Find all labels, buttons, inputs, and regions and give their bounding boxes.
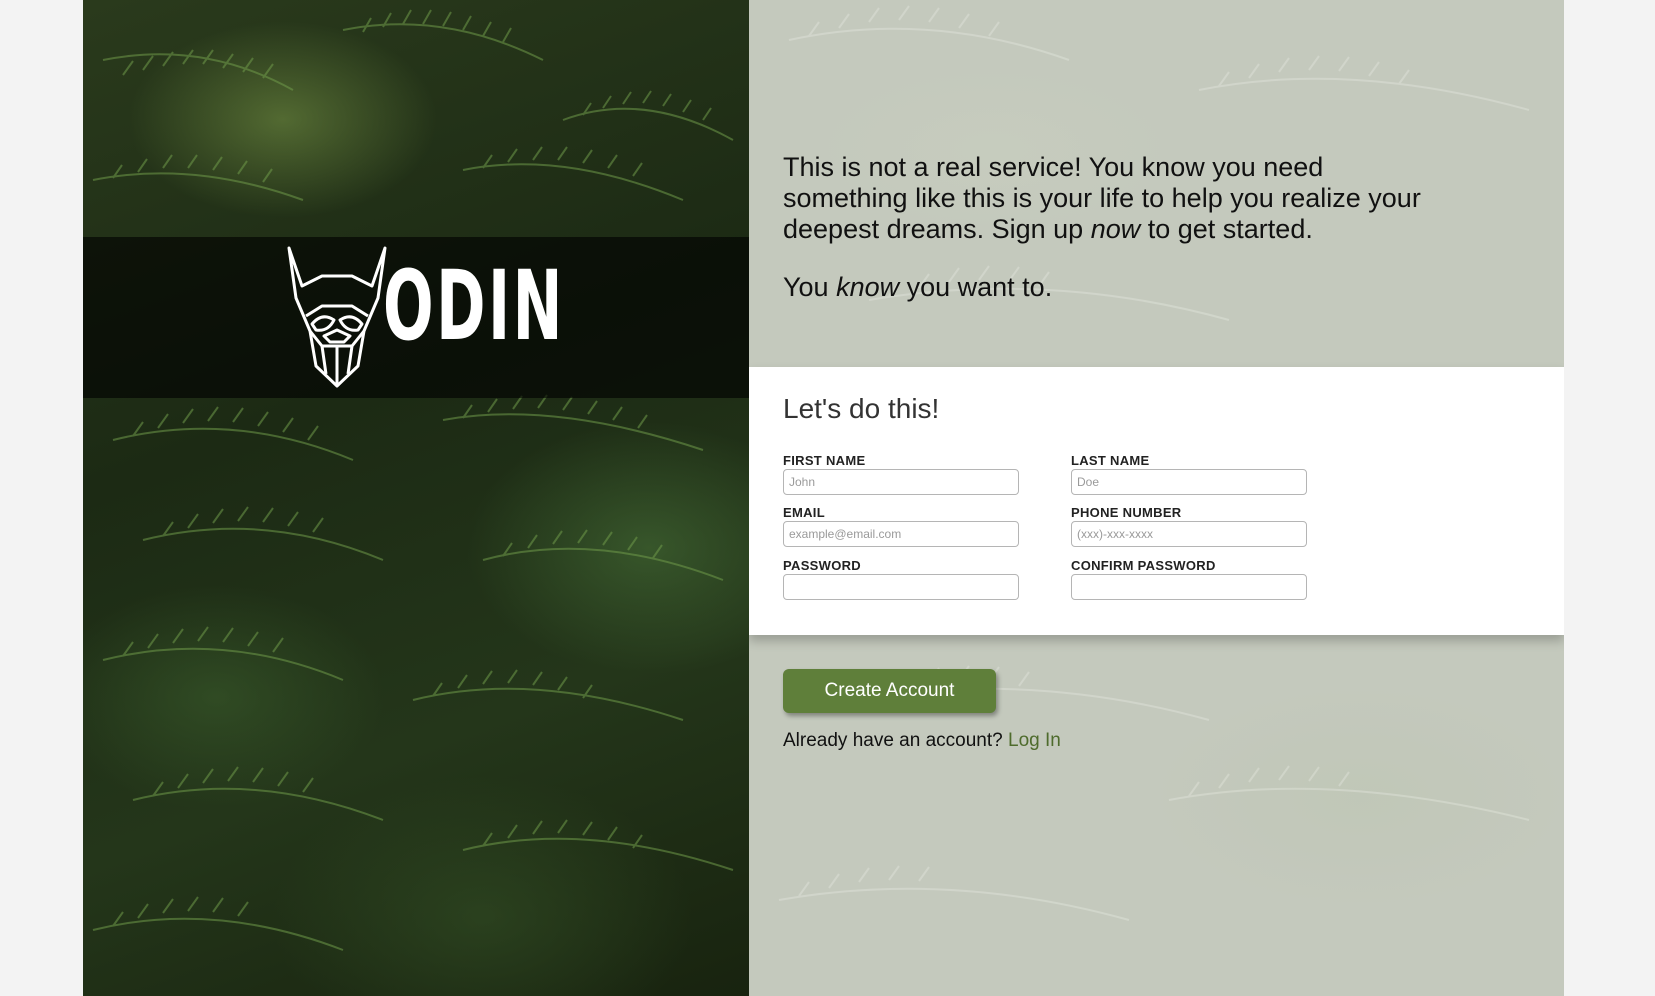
email-input[interactable] bbox=[783, 521, 1019, 547]
last-name-input[interactable] bbox=[1071, 469, 1307, 495]
password-input[interactable] bbox=[783, 574, 1019, 600]
brand-wordmark: ODIN bbox=[383, 250, 565, 362]
intro-text: This is not a real service! You know you… bbox=[783, 152, 1443, 303]
fern-background-image bbox=[92, 9, 734, 951]
page-frame: ODIN This is not a real service! You kno… bbox=[83, 0, 1564, 996]
signup-form-card: Let's do this! FIRST NAME LAST NAME EMAI… bbox=[749, 367, 1564, 635]
password-label: PASSWORD bbox=[783, 558, 861, 573]
login-prompt-text: Already have an account? bbox=[783, 730, 1003, 751]
first-name-field-group: FIRST NAME bbox=[783, 453, 1019, 495]
login-prompt: Already have an account? Log In bbox=[783, 730, 1061, 752]
hero-image-panel: ODIN bbox=[83, 0, 749, 996]
phone-input[interactable] bbox=[1071, 521, 1307, 547]
intro-paragraph-1: This is not a real service! You know you… bbox=[783, 152, 1443, 245]
phone-field-group: PHONE NUMBER bbox=[1071, 505, 1307, 547]
intro-text-1b: to get started. bbox=[1140, 214, 1313, 244]
intro-text-2a: You bbox=[783, 272, 837, 302]
confirm-password-input[interactable] bbox=[1071, 574, 1307, 600]
first-name-label: FIRST NAME bbox=[783, 453, 866, 468]
login-link[interactable]: Log In bbox=[1008, 730, 1061, 751]
form-heading: Let's do this! bbox=[783, 393, 940, 424]
first-name-input[interactable] bbox=[783, 469, 1019, 495]
create-account-button[interactable]: Create Account bbox=[783, 669, 996, 713]
signup-panel: This is not a real service! You know you… bbox=[749, 0, 1564, 996]
intro-emphasis-now: now bbox=[1090, 214, 1141, 244]
confirm-password-label: CONFIRM PASSWORD bbox=[1071, 558, 1216, 573]
intro-text-2b: you want to. bbox=[899, 272, 1053, 302]
password-field-group: PASSWORD bbox=[783, 558, 1019, 600]
confirm-password-field-group: CONFIRM PASSWORD bbox=[1071, 558, 1307, 600]
last-name-label: LAST NAME bbox=[1071, 453, 1150, 468]
intro-emphasis-know: know bbox=[836, 272, 900, 302]
last-name-field-group: LAST NAME bbox=[1071, 453, 1307, 495]
intro-paragraph-2: You know you want to. bbox=[783, 272, 1443, 303]
email-field-group: EMAIL bbox=[783, 505, 1019, 547]
email-label: EMAIL bbox=[783, 505, 825, 520]
phone-label: PHONE NUMBER bbox=[1071, 505, 1182, 520]
